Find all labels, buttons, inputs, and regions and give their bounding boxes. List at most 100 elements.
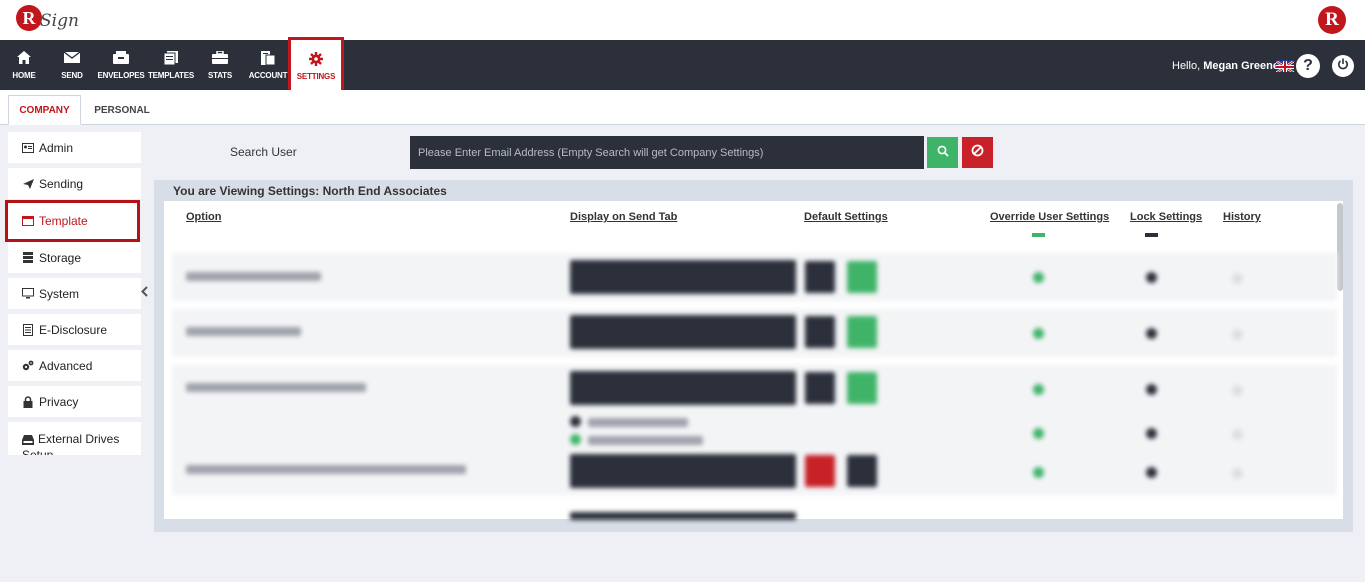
column-option: Option (186, 211, 222, 223)
tab-company[interactable]: COMPANY (8, 95, 81, 125)
default-off-button[interactable] (805, 455, 835, 487)
sidebar-item-label-wrap: External Drives Setup (22, 431, 137, 455)
history-icon[interactable] (1232, 468, 1243, 479)
lock-icon (22, 395, 34, 408)
clear-search-button[interactable] (962, 137, 993, 168)
settings-tabs: COMPANY PERSONAL (0, 90, 1365, 125)
lock-toggle[interactable] (1146, 467, 1157, 478)
logo-bar: R Sign R (0, 0, 1365, 40)
nav-envelopes-label: ENVELOPES (97, 70, 145, 80)
default-on-button[interactable] (847, 455, 877, 487)
ban-icon (971, 144, 984, 162)
display-dropdown[interactable] (570, 315, 796, 349)
radio-option[interactable] (570, 416, 581, 427)
option-text (186, 465, 466, 474)
column-lock-settings: Lock Settings (1130, 211, 1203, 223)
history-icon[interactable] (1232, 385, 1243, 396)
collapse-sidebar-button[interactable] (139, 286, 149, 300)
override-toggle[interactable] (1033, 428, 1044, 439)
power-icon (1337, 57, 1349, 75)
logo-wordmark: Sign (40, 11, 79, 31)
sidebar-item-e-disclosure[interactable]: E-Disclosure (8, 314, 141, 345)
rsign-logo[interactable]: R Sign (16, 5, 79, 31)
sidebar-item-template[interactable]: Template (5, 200, 140, 242)
nav-home-label: HOME (12, 70, 36, 80)
sidebar-item-label: Template (39, 214, 88, 228)
display-dropdown[interactable] (570, 454, 796, 488)
radio-option[interactable] (570, 434, 581, 445)
lock-toggle[interactable] (1146, 272, 1157, 283)
nav-home[interactable]: HOME (10, 40, 38, 90)
history-icon[interactable] (1232, 329, 1243, 340)
nav-envelopes[interactable]: ENVELOPES (97, 40, 145, 90)
nav-settings[interactable]: SETTINGS (288, 37, 344, 95)
default-on-button[interactable] (847, 316, 877, 348)
display-dropdown[interactable] (570, 512, 796, 520)
lock-toggle[interactable] (1146, 428, 1157, 439)
hdd-icon (22, 434, 34, 446)
sidebar-item-storage[interactable]: Storage (8, 242, 141, 273)
database-icon (22, 252, 34, 264)
display-dropdown[interactable] (570, 260, 796, 294)
sidebar-item-system[interactable]: System (8, 278, 141, 309)
brand-badge: R (1318, 6, 1346, 34)
override-toggle[interactable] (1033, 328, 1044, 339)
sidebar-item-label: System (39, 286, 80, 301)
cogs-icon (22, 360, 34, 372)
document-icon (22, 323, 34, 336)
search-icon (937, 144, 949, 162)
tab-personal[interactable]: PERSONAL (86, 95, 158, 125)
history-icon[interactable] (1232, 429, 1243, 440)
default-on-button[interactable] (847, 261, 877, 293)
sidebar-item-label: Advanced (39, 358, 93, 373)
default-off-button[interactable] (805, 316, 835, 348)
logout-button[interactable] (1332, 55, 1354, 77)
help-button[interactable]: ? (1296, 54, 1320, 78)
override-toggle[interactable] (1033, 467, 1044, 478)
default-off-button[interactable] (805, 261, 835, 293)
templates-icon (163, 50, 179, 65)
id-card-icon (22, 142, 34, 154)
greeting: Hello, Megan Greene (1172, 60, 1279, 72)
account-icon (260, 50, 276, 65)
column-history: History (1223, 211, 1261, 223)
sidebar-item-privacy[interactable]: Privacy (8, 386, 141, 417)
sidebar-item-label: Storage (39, 250, 82, 265)
column-display-on-send-tab: Display on Send Tab (570, 211, 678, 223)
radio-label (588, 418, 688, 427)
lock-toggle[interactable] (1146, 384, 1157, 395)
search-email-input[interactable] (410, 136, 924, 169)
nav-templates[interactable]: TEMPLATES (148, 40, 194, 90)
nav-send[interactable]: SEND (58, 40, 86, 90)
sidebar-item-external-drives[interactable]: External Drives Setup (8, 422, 141, 455)
briefcase-icon (212, 51, 228, 65)
override-all-toggle[interactable] (1032, 233, 1045, 237)
nav-stats-label: STATS (207, 70, 233, 80)
sidebar-item-label: Admin (39, 140, 74, 155)
logo-r-mark: R (16, 5, 42, 31)
table-scrollbar[interactable] (1337, 203, 1343, 291)
nav-stats[interactable]: STATS (206, 40, 234, 90)
envelope-icon (64, 51, 80, 65)
search-button[interactable] (927, 137, 958, 168)
display-dropdown[interactable] (570, 371, 796, 405)
sidebar-item-admin[interactable]: Admin (8, 132, 141, 163)
override-toggle[interactable] (1033, 384, 1044, 395)
option-text (186, 327, 301, 336)
lock-all-toggle[interactable] (1145, 233, 1158, 237)
history-icon[interactable] (1232, 273, 1243, 284)
override-toggle[interactable] (1033, 272, 1044, 283)
nav-templates-label: TEMPLATES (147, 70, 195, 80)
sidebar-item-label: External Drives Setup (22, 432, 120, 455)
greeting-prefix: Hello, (1172, 60, 1201, 72)
sidebar-item-advanced[interactable]: Advanced (8, 350, 141, 381)
viewing-settings-title: You are Viewing Settings: North End Asso… (173, 184, 447, 198)
default-on-button[interactable] (847, 372, 877, 404)
nav-account[interactable]: ACCOUNT (247, 40, 289, 90)
nav-settings-label: SETTINGS (296, 71, 336, 81)
sidebar-item-sending[interactable]: Sending (8, 168, 141, 199)
lock-toggle[interactable] (1146, 328, 1157, 339)
uk-flag-icon[interactable] (1276, 60, 1294, 72)
default-off-button[interactable] (805, 372, 835, 404)
search-user-label: Search User (230, 145, 297, 159)
